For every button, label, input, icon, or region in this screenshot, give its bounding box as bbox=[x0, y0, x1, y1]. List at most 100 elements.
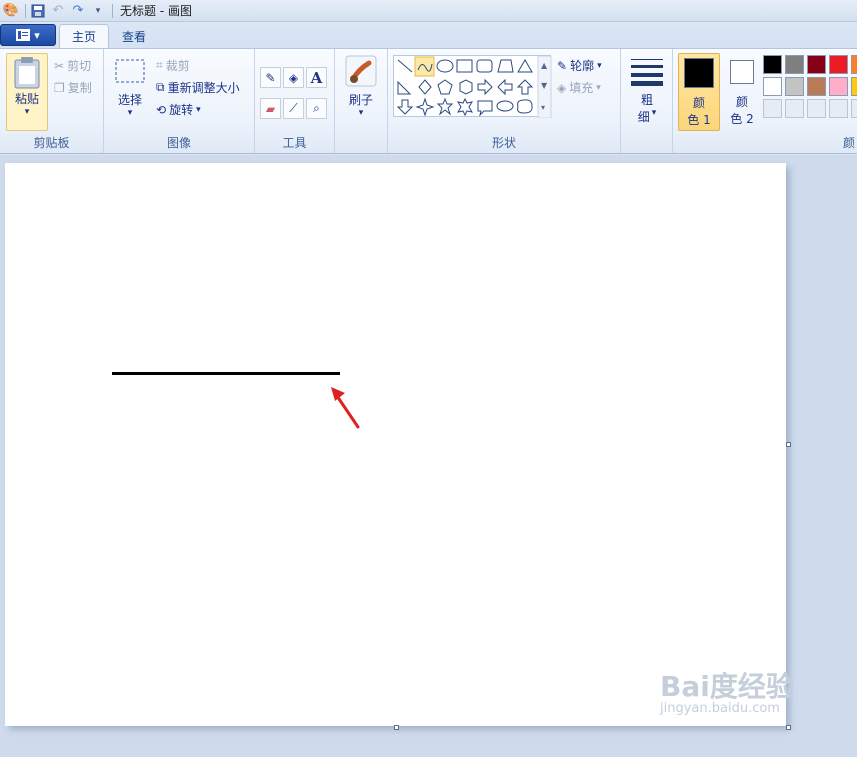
clipboard-group-label: 剪贴板 bbox=[33, 136, 70, 150]
outline-label: 轮廓 bbox=[570, 59, 595, 73]
select-button[interactable]: 选择 ▾ bbox=[112, 57, 148, 127]
palette-swatch[interactable] bbox=[763, 99, 782, 118]
palette-swatch[interactable] bbox=[763, 55, 782, 74]
color-picker-icon[interactable]: ⟋ bbox=[283, 98, 304, 119]
scissors-icon: ✂ bbox=[54, 58, 65, 73]
palette-swatch[interactable] bbox=[807, 77, 826, 96]
palette-swatch[interactable] bbox=[785, 99, 804, 118]
size-label-line2: 细 bbox=[637, 110, 650, 124]
palette-swatch[interactable] bbox=[829, 55, 848, 74]
watermark-url: jingyan.baidu.com bbox=[660, 701, 780, 716]
color-2-label-line1: 颜 bbox=[735, 95, 748, 109]
magnifier-icon[interactable]: ⌕ bbox=[306, 98, 327, 119]
save-icon[interactable] bbox=[29, 2, 47, 20]
tab-home[interactable]: 主页 bbox=[59, 24, 110, 48]
palette-swatch[interactable] bbox=[829, 77, 848, 96]
eraser-icon[interactable]: ▰ bbox=[260, 98, 281, 119]
color-1-label-line2: 色 1 bbox=[687, 113, 711, 127]
chevron-down-icon: ▾ bbox=[196, 104, 201, 115]
watermark-brand: Bai度经验 bbox=[660, 670, 794, 703]
select-label: 选择 bbox=[117, 93, 142, 107]
drawing-canvas[interactable] bbox=[5, 163, 786, 726]
color-1-label-line1: 颜 bbox=[692, 96, 705, 110]
size-button[interactable]: 粗 细 ▾ bbox=[628, 57, 666, 129]
crop-icon: ⌗ bbox=[156, 58, 163, 72]
pencil-icon[interactable]: ✎ bbox=[260, 67, 281, 88]
crop-label: 裁剪 bbox=[165, 59, 190, 73]
color-2-swatch bbox=[730, 60, 754, 84]
color-1-swatch bbox=[684, 58, 714, 88]
brush-icon bbox=[345, 55, 377, 87]
outline-button[interactable]: ✎ 轮廓 ▾ bbox=[557, 57, 602, 74]
palette-swatch[interactable] bbox=[807, 55, 826, 74]
image-group: 选择 ▾ ⌗ 裁剪 ⧉ 重新调整大小 ⟲ 旋转 ▾ 图像 bbox=[104, 49, 255, 153]
paste-button[interactable]: 粘贴 ▾ bbox=[6, 53, 48, 131]
tools-group: ✎ ◈ A ▰ ⟋ ⌕ 工具 bbox=[255, 49, 335, 153]
title-bar: 🎨 ↶ ↷ ▾ 无标题 - 画图 bbox=[0, 0, 857, 22]
brushes-button[interactable]: 刷子 ▾ bbox=[343, 55, 379, 125]
drawn-line bbox=[112, 372, 340, 375]
chevron-down-icon: ▾ bbox=[596, 82, 601, 93]
chevron-down-icon: ▾ bbox=[597, 60, 602, 71]
color-2-button[interactable]: 颜 色 2 bbox=[722, 53, 762, 131]
tab-view[interactable]: 查看 bbox=[110, 24, 158, 48]
ribbon: 粘贴 ▾ ✂ 剪切 ❐ 复制 剪贴板 选择 ▾ ⌗ 裁剪 ⧉ 重新调整大小 ⟲ … bbox=[0, 48, 857, 154]
copy-icon: ❐ bbox=[54, 80, 65, 95]
divider bbox=[112, 3, 113, 18]
crop-button[interactable]: ⌗ 裁剪 bbox=[156, 57, 190, 74]
menu-icon bbox=[16, 29, 31, 41]
palette-swatch[interactable] bbox=[763, 77, 782, 96]
outline-pen-icon: ✎ bbox=[557, 58, 568, 73]
shapes-gallery-icons: ▲ ▼ ▾ bbox=[396, 55, 552, 119]
paste-label: 粘贴 bbox=[14, 92, 39, 106]
fill-button[interactable]: ◈ 填充 ▾ bbox=[557, 79, 601, 96]
fill-label: 填充 bbox=[569, 81, 594, 95]
size-label-line1: 粗 bbox=[640, 93, 653, 107]
resize-handle-bottom[interactable] bbox=[394, 725, 399, 730]
palette-swatch[interactable] bbox=[785, 77, 804, 96]
palette-swatch[interactable] bbox=[851, 99, 857, 118]
select-rectangle-icon bbox=[115, 59, 145, 83]
color-2-label-line2: 色 2 bbox=[730, 112, 754, 126]
resize-handle-corner[interactable] bbox=[786, 725, 791, 730]
paint-app-icon[interactable]: 🎨 bbox=[2, 2, 20, 20]
divider bbox=[25, 3, 26, 18]
fill-bucket-icon[interactable]: ◈ bbox=[283, 67, 304, 88]
palette-swatch[interactable] bbox=[785, 55, 804, 74]
cut-button[interactable]: ✂ 剪切 bbox=[54, 57, 91, 74]
ribbon-tab-row: ▾ 主页 查看 bbox=[0, 22, 857, 48]
fill-bucket-icon: ◈ bbox=[557, 80, 567, 95]
palette-swatch[interactable] bbox=[829, 99, 848, 118]
copy-button[interactable]: ❐ 复制 bbox=[54, 79, 92, 96]
resize-button[interactable]: ⧉ 重新调整大小 bbox=[156, 79, 240, 96]
clipboard-icon bbox=[14, 57, 40, 89]
palette-swatch[interactable] bbox=[851, 55, 857, 74]
svg-text:▾: ▾ bbox=[541, 103, 545, 112]
clipboard-group: 粘贴 ▾ ✂ 剪切 ❐ 复制 剪贴板 bbox=[0, 49, 104, 153]
chevron-down-icon: ▾ bbox=[24, 107, 30, 117]
window-title: 无标题 - 画图 bbox=[120, 4, 192, 18]
resize-handle-right[interactable] bbox=[786, 442, 791, 447]
rotate-button[interactable]: ⟲ 旋转 ▾ bbox=[156, 101, 201, 118]
brushes-group: 刷子 ▾ bbox=[335, 49, 388, 153]
text-tool-icon[interactable]: A bbox=[306, 67, 327, 88]
tools-group-label: 工具 bbox=[282, 136, 307, 150]
image-group-label: 图像 bbox=[166, 136, 191, 150]
cut-label: 剪切 bbox=[67, 59, 92, 73]
baidu-watermark: Bai度经验 jingyan.baidu.com bbox=[660, 665, 794, 716]
palette-swatch[interactable] bbox=[851, 77, 857, 96]
rotate-label: 旋转 bbox=[169, 103, 194, 117]
resize-label: 重新调整大小 bbox=[167, 81, 240, 95]
svg-text:▲: ▲ bbox=[541, 61, 548, 70]
app-menu-button[interactable]: ▾ bbox=[0, 24, 56, 46]
shapes-gallery: ▲ ▼ ▾ bbox=[393, 55, 552, 119]
palette-swatch[interactable] bbox=[807, 99, 826, 118]
color-1-button[interactable]: 颜 色 1 bbox=[678, 53, 720, 131]
copy-label: 复制 bbox=[67, 81, 92, 95]
brushes-label: 刷子 bbox=[348, 93, 373, 107]
redo-icon[interactable]: ↷ bbox=[69, 2, 87, 20]
undo-icon[interactable]: ↶ bbox=[49, 2, 67, 20]
size-group: 粗 细 ▾ bbox=[621, 49, 673, 153]
customize-quick-access-icon[interactable]: ▾ bbox=[89, 2, 107, 20]
red-arrow-annotation bbox=[331, 387, 360, 429]
